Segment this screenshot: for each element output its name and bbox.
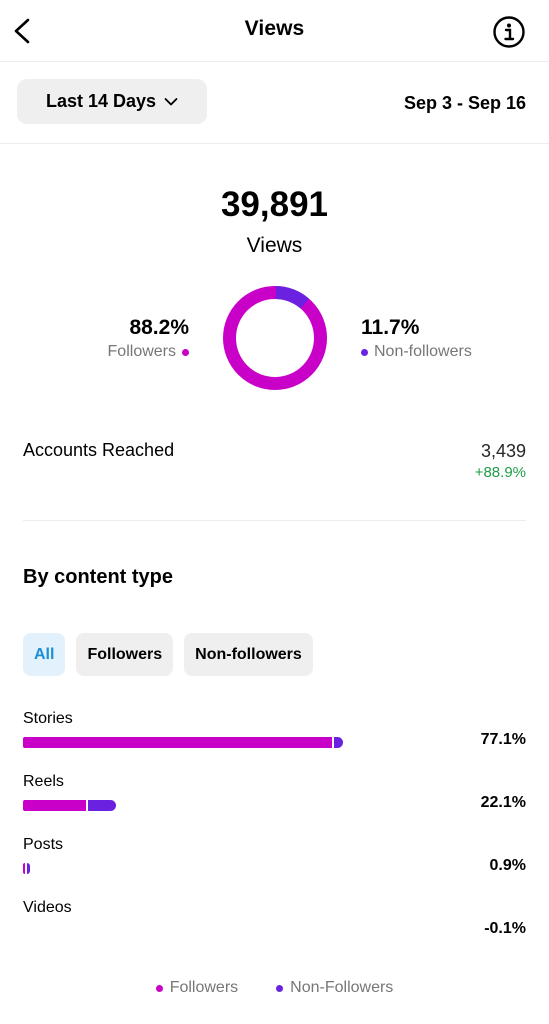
legend-followers: Followers: [155, 979, 239, 997]
row-reels-label: Reels: [23, 773, 64, 790]
date-range-dropdown-label: Last 14 Days: [45, 91, 157, 111]
audience-donut-chart: [223, 286, 327, 390]
row-posts-label: Posts: [23, 836, 64, 853]
legend-non-followers: Non-Followers: [276, 979, 393, 997]
non-followers-dot: [361, 348, 368, 356]
top-bar: Views: [0, 0, 549, 62]
legend-non-followers-label: Non-Followers: [290, 979, 394, 996]
chip-non-followers[interactable]: Non-followers: [184, 633, 313, 676]
followers-legend: Followers: [108, 343, 189, 361]
legend-non-followers-dot: [276, 984, 284, 992]
info-icon: [493, 16, 525, 48]
bar-followers-segment: [23, 863, 26, 874]
row-posts-bar: [23, 863, 31, 874]
non-followers-legend: Non-followers: [361, 343, 472, 361]
legend-followers-label: Followers: [169, 979, 239, 996]
section-divider: [23, 520, 526, 521]
chevron-down-icon: [164, 97, 178, 105]
chip-all[interactable]: All: [23, 633, 66, 676]
row-videos-label: Videos: [23, 899, 72, 916]
date-range-text: Sep 3 - Sep 16: [403, 93, 526, 113]
date-filter-row: Last 14 Days Sep 3 - Sep 16: [0, 62, 549, 144]
row-videos-pct: -0.1%: [484, 920, 526, 937]
row-stories-label: Stories: [23, 710, 73, 727]
total-views-label: Views: [246, 234, 303, 257]
page-title: Views: [244, 17, 305, 40]
donut-followers-ring: [223, 286, 327, 390]
row-stories-bar: [23, 737, 343, 748]
content-type-title: By content type: [23, 566, 174, 588]
accounts-reached-label: Accounts Reached: [23, 440, 175, 460]
bar-followers-segment: [23, 737, 332, 748]
total-views-value: 39,891: [220, 185, 329, 224]
row-stories-pct: 77.1%: [480, 731, 526, 748]
row-posts-pct: 0.9%: [489, 857, 526, 874]
row-reels-pct: 22.1%: [480, 794, 526, 811]
chart-legend: Followers Non-Followers: [0, 979, 549, 997]
accounts-reached-value: 3,439: [480, 441, 526, 461]
legend-followers-dot: [155, 984, 163, 992]
bar-non-followers-segment: [88, 800, 117, 811]
bar-non-followers-segment: [334, 737, 343, 748]
non-followers-legend-label: Non-followers: [374, 343, 472, 360]
date-range-dropdown[interactable]: Last 14 Days: [17, 79, 207, 124]
followers-percentage: 88.2%: [129, 316, 189, 339]
accounts-reached-change: +88.9%: [474, 464, 526, 481]
bar-non-followers-segment: [27, 863, 31, 874]
audience-filter-chips: All Followers Non-followers: [23, 633, 313, 676]
followers-dot: [182, 348, 189, 356]
followers-legend-label: Followers: [107, 343, 176, 360]
non-followers-percentage: 11.7%: [361, 316, 420, 339]
chip-followers[interactable]: Followers: [76, 633, 174, 676]
bar-followers-segment: [23, 800, 87, 811]
info-button[interactable]: [492, 15, 526, 49]
row-reels-bar: [23, 800, 117, 811]
